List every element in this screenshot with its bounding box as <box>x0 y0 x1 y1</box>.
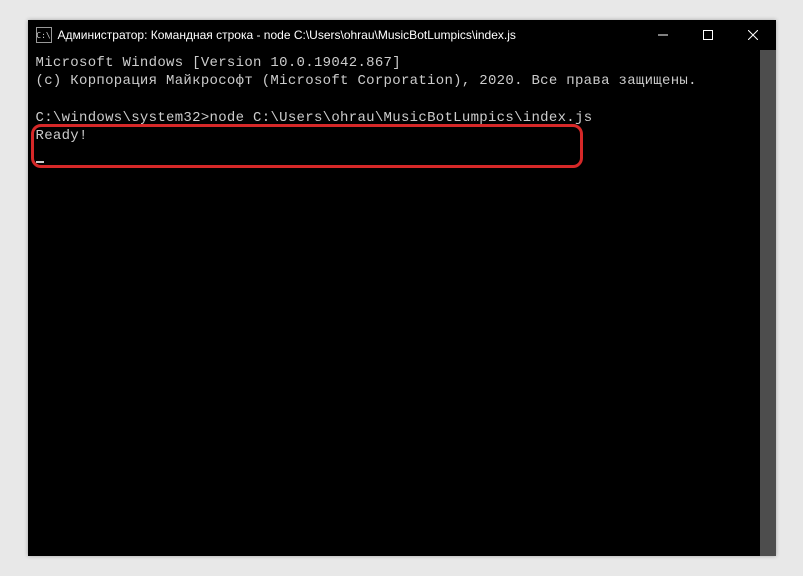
cursor-icon <box>36 161 44 163</box>
terminal-body[interactable]: Microsoft Windows [Version 10.0.19042.86… <box>28 50 776 556</box>
scrollbar-thumb[interactable] <box>760 50 776 556</box>
command-text: node C:\Users\ohrau\MusicBotLumpics\inde… <box>210 110 593 126</box>
titlebar-controls <box>641 20 776 50</box>
titlebar-left: C:\ Администратор: Командная строка - no… <box>28 27 516 43</box>
terminal-cursor-line <box>36 145 768 163</box>
command-prompt-window: C:\ Администратор: Командная строка - no… <box>28 20 776 556</box>
terminal-line-output: Ready! <box>36 127 768 145</box>
cmd-icon: C:\ <box>36 27 52 43</box>
window-title: Администратор: Командная строка - node C… <box>58 28 516 42</box>
terminal-line-version: Microsoft Windows [Version 10.0.19042.86… <box>36 54 768 72</box>
close-button[interactable] <box>731 20 776 50</box>
terminal-line-blank <box>36 90 768 108</box>
terminal-line-command: C:\windows\system32>node C:\Users\ohrau\… <box>36 109 768 127</box>
maximize-button[interactable] <box>686 20 731 50</box>
minimize-button[interactable] <box>641 20 686 50</box>
terminal-line-copyright: (c) Корпорация Майкрософт (Microsoft Cor… <box>36 72 768 90</box>
titlebar[interactable]: C:\ Администратор: Командная строка - no… <box>28 20 776 50</box>
prompt-text: C:\windows\system32> <box>36 110 210 126</box>
vertical-scrollbar[interactable] <box>760 50 776 556</box>
